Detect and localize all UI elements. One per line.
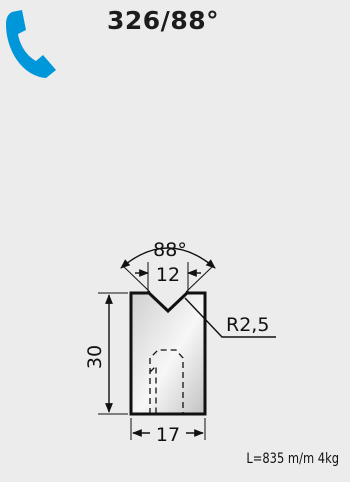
die-body bbox=[129, 291, 207, 416]
die-profile-drawing: 88° 12 R2,5 30 17 bbox=[84, 239, 276, 446]
top-width-label: 12 bbox=[156, 264, 180, 286]
bottom-width-label: 17 bbox=[156, 424, 180, 446]
length-weight-spec: L=835 m/m 4kg bbox=[246, 451, 339, 467]
angle-label: 88° bbox=[153, 239, 187, 261]
height-label: 30 bbox=[84, 345, 106, 369]
product-card: 326/88° 88° 12 R2,5 30 17 L=835 m/m 4kg bbox=[0, 0, 350, 482]
radius-label: R2,5 bbox=[226, 314, 269, 336]
